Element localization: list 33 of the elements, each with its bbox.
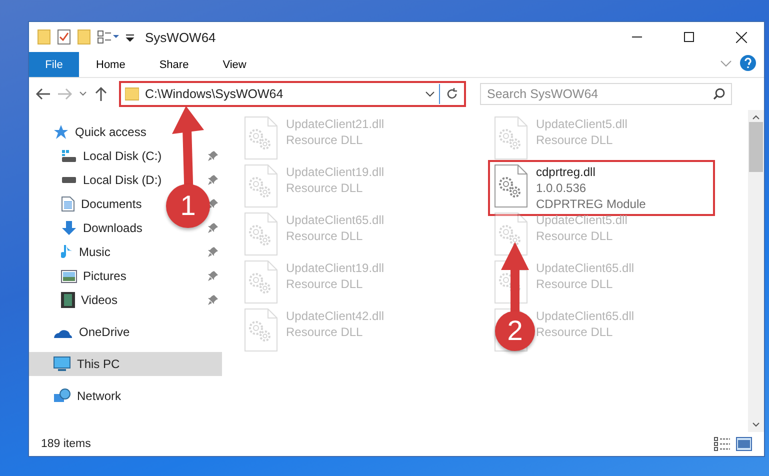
file-detail: Resource DLL bbox=[536, 276, 614, 292]
ribbon-tab[interactable]: Share bbox=[142, 52, 206, 77]
file-detail: Resource DLL bbox=[286, 180, 364, 196]
sidebar-item[interactable]: Music bbox=[79, 245, 110, 259]
ribbon-tab[interactable]: Home bbox=[79, 52, 142, 77]
address-field[interactable]: C:\Windows\SysWOW64 bbox=[121, 84, 440, 104]
sidebar-item[interactable]: Quick access bbox=[75, 125, 146, 139]
file-detail: Resource DLL bbox=[536, 228, 614, 244]
sidebar-item[interactable]: Videos bbox=[81, 293, 118, 307]
window-title: SysWOW64 bbox=[145, 30, 217, 44]
address-path: C:\Windows\SysWOW64 bbox=[145, 87, 284, 101]
sidebar-item[interactable]: Downloads bbox=[83, 221, 142, 235]
item-count: 189 items bbox=[41, 438, 92, 450]
sidebar-label: This PC bbox=[77, 357, 120, 371]
file-detail: CDPRTREG Module bbox=[536, 196, 646, 212]
sidebar-item[interactable]: Local Disk (D:) bbox=[83, 173, 162, 187]
file-detail: Resource DLL bbox=[536, 132, 614, 148]
search-field[interactable]: Search SysWOW64 bbox=[480, 83, 732, 105]
selection-frame[interactable]: cdprtreg.dll 1.0.0.536 CDPRTREG Module bbox=[488, 160, 715, 216]
sidebar-item[interactable]: Network bbox=[77, 389, 122, 403]
file-detail: Resource DLL bbox=[286, 228, 364, 244]
file-detail: Resource DLL bbox=[286, 276, 364, 292]
file-detail: Resource DLL bbox=[536, 324, 614, 340]
sidebar-item[interactable]: This PC bbox=[29, 352, 222, 376]
sidebar-item[interactable]: OneDrive bbox=[79, 325, 130, 339]
file-detail: 1.0.0.536 bbox=[536, 180, 588, 196]
sidebar-item[interactable]: Pictures bbox=[83, 269, 126, 283]
file-detail: Resource DLL bbox=[286, 324, 364, 340]
sidebar-item[interactable]: Local Disk (C:) bbox=[83, 149, 162, 163]
file-detail: Resource DLL bbox=[286, 132, 364, 148]
sidebar-item[interactable]: Documents bbox=[81, 197, 142, 211]
file-name[interactable]: cdprtreg.dll bbox=[536, 164, 646, 180]
ribbon-tab[interactable]: View bbox=[206, 52, 264, 77]
